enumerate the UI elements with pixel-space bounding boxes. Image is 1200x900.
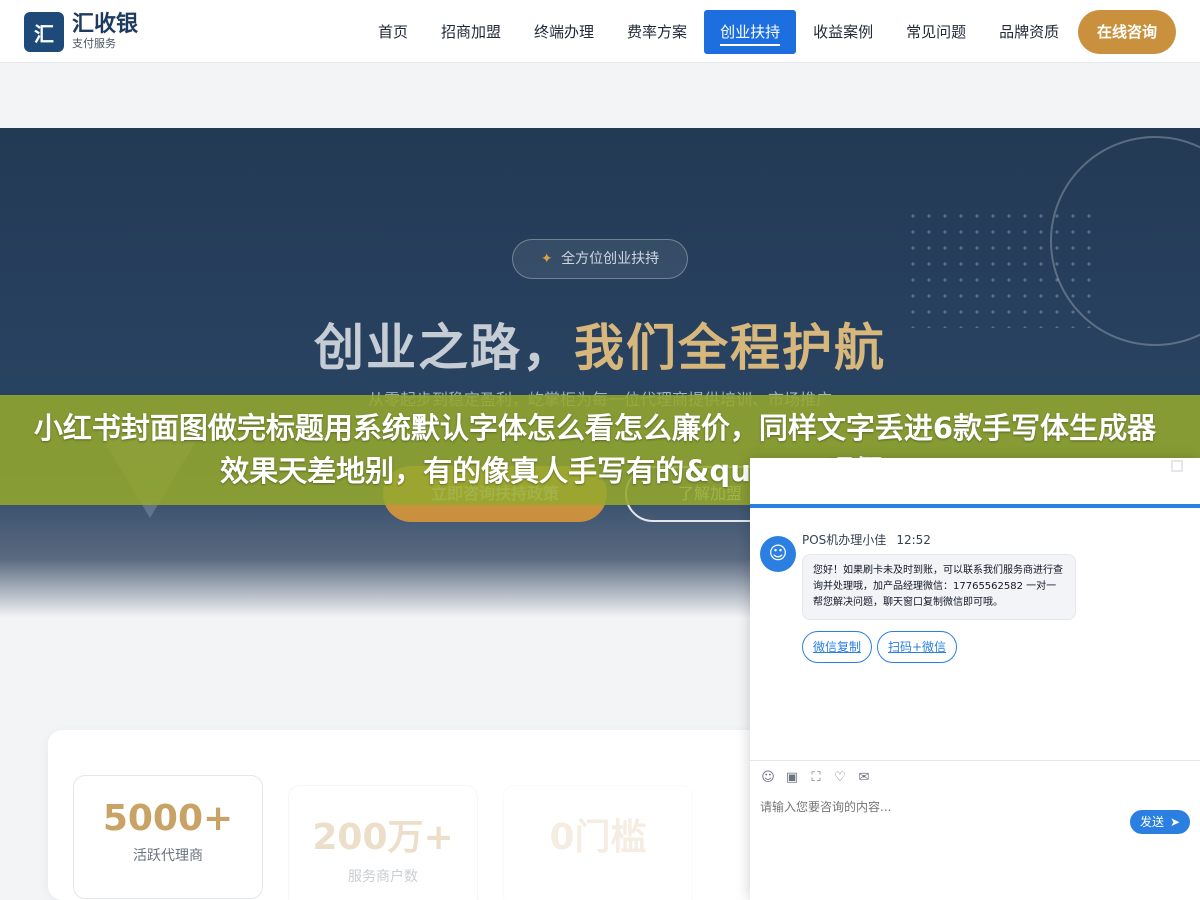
- stat-card-merchants: 200万+ 服务商户数: [288, 785, 478, 900]
- chat-agent-meta: POS机办理小佳 12:52: [802, 531, 931, 548]
- stat-value: 200万+: [312, 817, 454, 858]
- nav-terminal[interactable]: 终端办理: [518, 10, 610, 54]
- send-button[interactable]: 发送 ➤: [1130, 810, 1190, 834]
- stat-value: 5000+: [102, 798, 234, 839]
- stats-panel: 5000+ 活跃代理商 200万+ 服务商户数 0门槛: [48, 730, 768, 900]
- brand-logo[interactable]: 汇 汇收银 支付服务: [24, 12, 138, 52]
- agent-name: POS机办理小佳: [802, 533, 887, 547]
- maximize-icon[interactable]: [1171, 460, 1183, 472]
- hero-badge-label: 全方位创业扶持: [561, 251, 660, 267]
- stat-value: 0门槛: [549, 817, 647, 858]
- logo-text: 汇收银 支付服务: [72, 13, 138, 51]
- stat-label: 活跃代理商: [133, 848, 203, 864]
- minimize-icon[interactable]: —: [1150, 462, 1164, 476]
- stat-label: 服务商户数: [348, 869, 418, 885]
- hero-title: 创业之路，我们全程护航: [0, 308, 1200, 380]
- muscle-icon: ✦: [540, 251, 553, 267]
- site-header: 汇 汇收银 支付服务 首页 招商加盟 终端办理 费率方案 创业扶持 收益案例 常…: [0, 0, 1200, 63]
- nav-rates[interactable]: 费率方案: [611, 10, 703, 54]
- logo-subtitle: 支付服务: [72, 37, 116, 50]
- stat-card-agents: 5000+ 活跃代理商: [73, 775, 263, 899]
- screenshot-icon[interactable]: ⛶: [808, 770, 824, 786]
- chat-message-bubble: 您好！如果刷卡未及时到账，可以联系我们服务商进行查询并处理哦，加产品经理微信：1…: [802, 554, 1076, 620]
- online-consult-button[interactable]: 在线咨询: [1078, 10, 1176, 54]
- copy-wechat-chip[interactable]: 微信复制: [802, 631, 873, 663]
- chat-accent-bar: [750, 504, 1200, 508]
- nav-franchise[interactable]: 招商加盟: [425, 10, 517, 54]
- nav-cases[interactable]: 收益案例: [797, 10, 889, 54]
- chat-message-input[interactable]: [760, 800, 1120, 814]
- hero-badge: ✦ 全方位创业扶持: [512, 239, 688, 279]
- chat-widget: — ☺ POS机办理小佳 12:52 您好！如果刷卡未及时到账，可以联系我们服务商…: [750, 458, 1200, 900]
- chat-divider: [750, 760, 1200, 761]
- logo-mark-icon: 汇: [24, 12, 64, 52]
- emoji-icon[interactable]: ☺: [760, 770, 776, 786]
- main-nav: 首页 招商加盟 终端办理 费率方案 创业扶持 收益案例 常见问题 品牌资质: [362, 10, 1076, 54]
- logo-name: 汇收银: [72, 12, 139, 37]
- hero-title-main: 创业之路，: [314, 319, 574, 377]
- nav-startup-support[interactable]: 创业扶持: [704, 10, 797, 54]
- image-icon[interactable]: ▣: [784, 770, 800, 786]
- rating-icon[interactable]: ♡: [832, 770, 848, 786]
- send-label: 发送: [1140, 815, 1165, 829]
- scan-wechat-chip[interactable]: 扫码+微信: [877, 631, 958, 663]
- message-time: 12:52: [896, 533, 931, 547]
- nav-faq[interactable]: 常见问题: [890, 10, 982, 54]
- nav-home[interactable]: 首页: [362, 10, 424, 54]
- chat-toolbar: ☺ ▣ ⛶ ♡ ✉: [760, 770, 880, 786]
- chat-topbar: —: [750, 458, 1200, 508]
- send-arrow-icon: ➤: [1170, 815, 1181, 829]
- agent-avatar: ☺: [760, 536, 796, 572]
- nav-qualifications[interactable]: 品牌资质: [983, 10, 1075, 54]
- stat-card-threshold: 0门槛: [503, 785, 693, 900]
- hero-title-highlight: 我们全程护航: [574, 319, 886, 377]
- wechat-icon[interactable]: ✉: [856, 770, 872, 786]
